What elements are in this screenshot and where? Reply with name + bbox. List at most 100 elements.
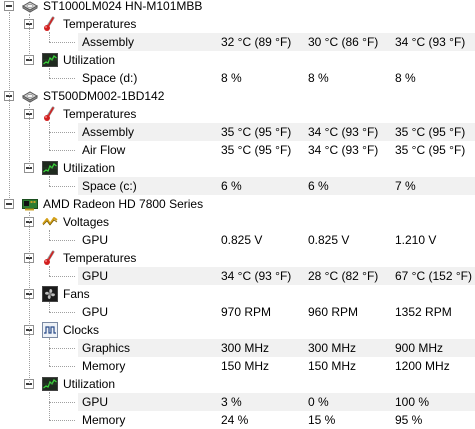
tree-connector bbox=[49, 42, 75, 43]
value-current: 8 % bbox=[221, 71, 242, 85]
device-node[interactable]: AMD Radeon HD 7800 Series bbox=[0, 195, 475, 213]
group-node[interactable]: Utilization bbox=[0, 51, 475, 69]
device-node[interactable]: ST1000LM024 HN-M101MBB bbox=[0, 0, 475, 15]
group-node[interactable]: Clocks bbox=[0, 321, 475, 339]
value-current: 34 °C (93 °F) bbox=[221, 269, 292, 283]
value-max: 35 °C (95 °F) bbox=[395, 143, 466, 157]
group-node[interactable]: Utilization bbox=[0, 375, 475, 393]
tree-connector bbox=[49, 78, 75, 79]
group-label: Temperatures bbox=[63, 107, 137, 121]
value-current: 35 °C (95 °F) bbox=[221, 125, 292, 139]
value-max: 7 % bbox=[395, 179, 416, 193]
tree-connector bbox=[49, 240, 75, 241]
group-label: Utilization bbox=[63, 53, 116, 67]
collapse-toggle[interactable] bbox=[4, 1, 14, 11]
sensor-tree[interactable]: ST1000LM024 HN-M101MBB Temperatures Assemb… bbox=[0, 0, 475, 427]
sensor-name: Memory bbox=[82, 359, 126, 373]
sensor-name: GPU bbox=[82, 395, 109, 409]
value-min: 15 % bbox=[308, 413, 336, 427]
group-label: Temperatures bbox=[63, 251, 137, 265]
utilization-icon bbox=[42, 160, 58, 176]
tree-connector bbox=[49, 68, 50, 78]
clock-icon bbox=[42, 322, 58, 338]
sensor-name: Assembly bbox=[82, 35, 135, 49]
group-node[interactable]: Temperatures bbox=[0, 249, 475, 267]
hdd-icon bbox=[22, 0, 38, 14]
sensor-row[interactable]: Memory 150 MHz 150 MHz 1200 MHz bbox=[0, 357, 475, 375]
value-current: 35 °C (95 °F) bbox=[221, 143, 292, 157]
tree-connector bbox=[49, 348, 75, 349]
tree-connector bbox=[49, 302, 50, 312]
sensor-row[interactable]: Assembly 35 °C (95 °F) 34 °C (93 °F) 35 °C … bbox=[0, 123, 475, 141]
group-label: Temperatures bbox=[63, 17, 137, 31]
value-max: 100 % bbox=[395, 395, 430, 409]
sensor-name: Space (d:) bbox=[82, 71, 138, 85]
value-min: 0.825 V bbox=[308, 233, 350, 247]
tree-connector bbox=[29, 14, 30, 60]
sensor-name: Assembly bbox=[82, 125, 135, 139]
value-current: 150 MHz bbox=[221, 359, 270, 373]
sensor-row[interactable]: Memory 24 % 15 % 95 % bbox=[0, 411, 475, 429]
value-current: 24 % bbox=[221, 413, 249, 427]
value-min: 150 MHz bbox=[308, 359, 357, 373]
tree-connector bbox=[49, 276, 75, 277]
value-current: 970 RPM bbox=[221, 305, 272, 319]
value-min: 960 RPM bbox=[308, 305, 359, 319]
sensor-row[interactable]: Space (d:) 8 % 8 % 8 % bbox=[0, 69, 475, 87]
value-max: 8 % bbox=[395, 71, 416, 85]
group-label: Voltages bbox=[63, 215, 110, 229]
sensor-row[interactable]: Space (c:) 6 % 6 % 7 % bbox=[0, 177, 475, 195]
sensor-row[interactable]: GPU 0.825 V 0.825 V 1.210 V bbox=[0, 231, 475, 249]
value-max: 1.210 V bbox=[395, 233, 437, 247]
tree-connector bbox=[49, 366, 75, 367]
tree-connector bbox=[49, 402, 75, 403]
gpu-card-icon bbox=[22, 196, 38, 212]
value-min: 300 MHz bbox=[308, 341, 357, 355]
value-min: 34 °C (93 °F) bbox=[308, 143, 379, 157]
tree-connector bbox=[9, 12, 10, 200]
value-max: 95 % bbox=[395, 413, 423, 427]
thermometer-icon bbox=[42, 106, 58, 122]
thermometer-icon bbox=[42, 16, 58, 32]
group-node[interactable]: Fans bbox=[0, 285, 475, 303]
device-node[interactable]: ST500DM002-1BD142 bbox=[0, 87, 475, 105]
tree-connector bbox=[29, 212, 30, 384]
tree-connector bbox=[49, 420, 75, 421]
value-max: 900 MHz bbox=[395, 341, 444, 355]
sensor-row[interactable]: Air Flow 35 °C (95 °F) 34 °C (93 °F) 35 °C … bbox=[0, 141, 475, 159]
tree-connector bbox=[49, 338, 50, 366]
voltage-icon bbox=[42, 214, 58, 230]
tree-connector bbox=[49, 312, 75, 313]
value-min: 8 % bbox=[308, 71, 329, 85]
sensor-name: Graphics bbox=[82, 341, 131, 355]
tree-connector bbox=[49, 230, 50, 240]
value-max: 34 °C (93 °F) bbox=[395, 35, 466, 49]
sensor-name: Space (c:) bbox=[82, 179, 137, 193]
value-current: 0.825 V bbox=[221, 233, 263, 247]
group-node[interactable]: Voltages bbox=[0, 213, 475, 231]
hdd-icon bbox=[22, 88, 38, 104]
value-current: 32 °C (89 °F) bbox=[221, 35, 292, 49]
sensor-name: GPU bbox=[82, 305, 109, 319]
sensor-row[interactable]: Graphics 300 MHz 300 MHz 900 MHz bbox=[0, 339, 475, 357]
group-node[interactable]: Utilization bbox=[0, 159, 475, 177]
utilization-icon bbox=[42, 52, 58, 68]
value-max: 67 °C (152 °F) bbox=[395, 269, 472, 283]
sensor-row[interactable]: GPU 34 °C (93 °F) 28 °C (82 °F) 67 °C (152 … bbox=[0, 267, 475, 285]
tree-connector bbox=[49, 122, 50, 150]
value-min: 28 °C (82 °F) bbox=[308, 269, 379, 283]
sensor-row[interactable]: GPU 970 RPM 960 RPM 1352 RPM bbox=[0, 303, 475, 321]
group-node[interactable]: Temperatures bbox=[0, 15, 475, 33]
device-label: AMD Radeon HD 7800 Series bbox=[43, 197, 204, 211]
collapse-toggle[interactable] bbox=[4, 199, 14, 209]
group-label: Clocks bbox=[63, 323, 100, 337]
value-max: 35 °C (95 °F) bbox=[395, 125, 466, 139]
group-node[interactable]: Temperatures bbox=[0, 105, 475, 123]
value-max: 1352 RPM bbox=[395, 305, 452, 319]
sensor-name: GPU bbox=[82, 269, 109, 283]
sensor-row[interactable]: Assembly 32 °C (89 °F) 30 °C (86 °F) 34 °C … bbox=[0, 33, 475, 51]
group-label: Utilization bbox=[63, 377, 116, 391]
tree-connector bbox=[49, 32, 50, 42]
sensor-row[interactable]: GPU 3 % 0 % 100 % bbox=[0, 393, 475, 411]
device-label: ST1000LM024 HN-M101MBB bbox=[43, 0, 203, 13]
